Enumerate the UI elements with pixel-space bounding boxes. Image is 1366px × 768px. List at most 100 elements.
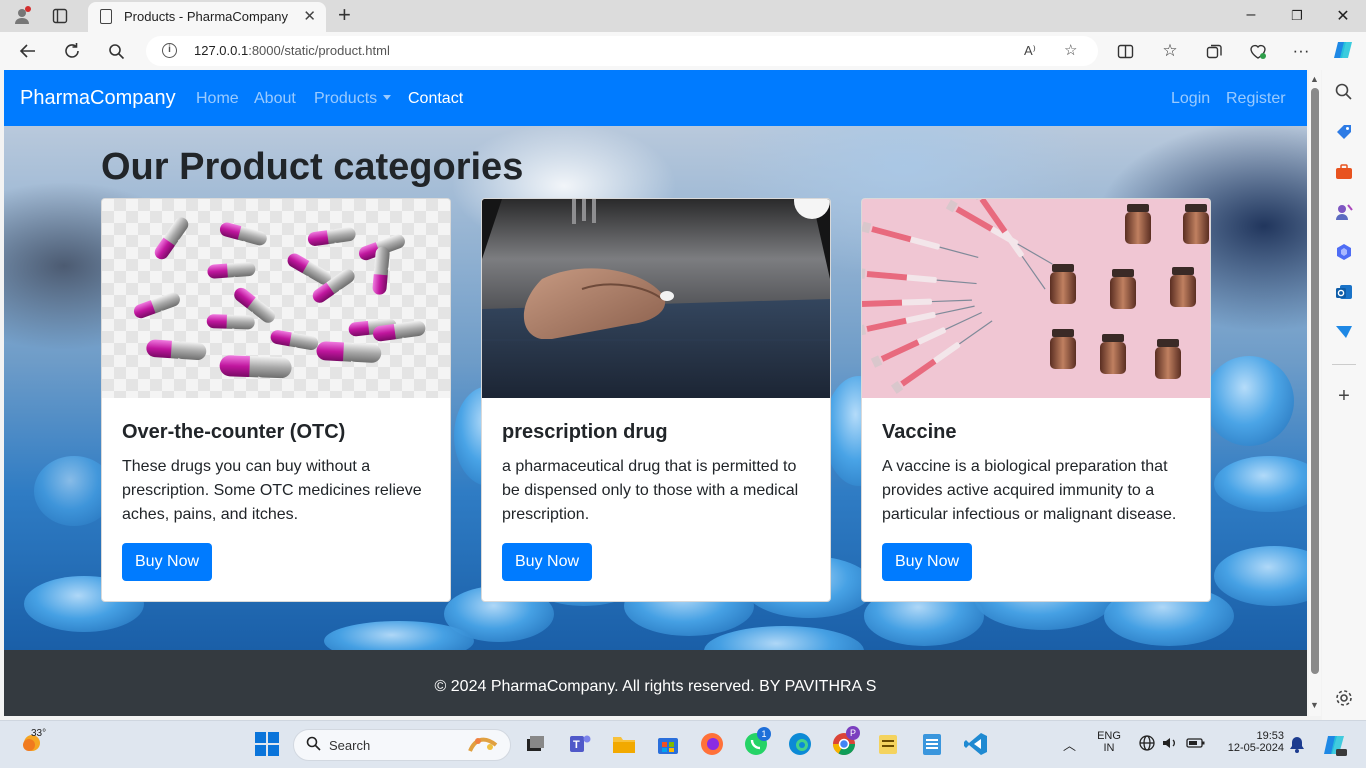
sidebar-divider — [1332, 364, 1356, 365]
profile-icon[interactable] — [10, 4, 34, 28]
site-info-icon[interactable]: i — [162, 43, 177, 58]
scroll-up-arrow-icon[interactable]: ▲ — [1310, 74, 1319, 84]
taskbar-search-label: Search — [329, 738, 371, 753]
add-sidebar-app-icon[interactable]: + — [1334, 386, 1354, 406]
scrollbar-thumb[interactable] — [1311, 88, 1319, 674]
page-favicon-icon — [100, 9, 112, 24]
copilot-sidebar-icon[interactable] — [1334, 242, 1354, 262]
footer-text: © 2024 PharmaCompany. All rights reserve… — [434, 678, 877, 695]
show-hidden-icons-chevron-icon[interactable]: ︿ — [1063, 735, 1076, 754]
task-view-icon[interactable] — [522, 731, 548, 757]
taskbar-search-icon — [306, 736, 321, 755]
copilot-taskbar-icon[interactable] — [1322, 732, 1348, 758]
notes-app-icon[interactable] — [875, 731, 901, 757]
send-icon[interactable] — [1334, 322, 1354, 342]
collections-icon[interactable] — [1203, 40, 1225, 62]
shopping-tag-icon[interactable] — [1334, 122, 1354, 142]
page-title: Our Product categories — [101, 146, 524, 188]
notepad-icon[interactable] — [919, 731, 945, 757]
card-text: A vaccine is a biological preparation th… — [882, 458, 1177, 523]
browser-essentials-icon[interactable] — [1247, 40, 1269, 62]
sidebar-search-icon[interactable] — [1334, 82, 1354, 102]
windows-taskbar: 33° Search T 1 P ︿ ENG IN 19:53 12-05-20… — [0, 720, 1366, 768]
back-icon[interactable] — [17, 40, 39, 62]
site-footer: © 2024 PharmaCompany. All rights reserve… — [4, 650, 1307, 716]
browser-tab-active[interactable]: Products - PharmaCompany ✕ — [88, 2, 326, 32]
minimize-icon[interactable]: – — [1241, 6, 1261, 24]
nav-products[interactable]: Products — [314, 90, 392, 108]
browser-tab-bar: Products - PharmaCompany ✕ + – ❐ ✕ — [0, 0, 1366, 32]
hero-section: Our Product categories Over-the-counter … — [4, 126, 1307, 650]
vscode-icon[interactable] — [963, 731, 989, 757]
nav-home[interactable]: Home — [196, 90, 239, 108]
scroll-down-arrow-icon[interactable]: ▼ — [1310, 700, 1319, 710]
card-text: These drugs you can buy without a prescr… — [122, 458, 422, 523]
language-bottom: IN — [1103, 742, 1115, 754]
microsoft-store-icon[interactable] — [655, 731, 681, 757]
clock[interactable]: 19:53 12-05-2024 — [1214, 730, 1284, 754]
site-navbar: PharmaCompany Home About Products Contac… — [4, 70, 1307, 126]
syringes-vials-image — [862, 199, 1210, 398]
network-globe-icon[interactable] — [1138, 734, 1156, 752]
search-icon[interactable] — [105, 40, 127, 62]
nav-contact[interactable]: Contact — [408, 90, 463, 108]
search-highlight-icon — [466, 733, 502, 762]
teams-icon[interactable]: T — [567, 731, 593, 757]
close-window-icon[interactable]: ✕ — [1333, 6, 1353, 26]
nav-register[interactable]: Register — [1226, 90, 1286, 108]
clock-time: 19:53 — [1256, 730, 1284, 742]
tab-actions-icon[interactable] — [48, 4, 72, 28]
language-indicator[interactable]: ENG IN — [1094, 730, 1124, 754]
card-title: Over-the-counter (OTC) — [122, 421, 346, 443]
card-title: Vaccine — [882, 421, 957, 443]
more-options-icon[interactable]: ··· — [1290, 40, 1312, 62]
buy-now-button[interactable]: Buy Now — [502, 543, 593, 581]
sidebar-settings-icon[interactable] — [1334, 688, 1354, 708]
notification-bell-icon[interactable] — [1289, 735, 1305, 753]
product-card-otc: Over-the-counter (OTC) These drugs you c… — [101, 198, 451, 602]
nav-about[interactable]: About — [254, 90, 296, 108]
clock-date: 12-05-2024 — [1227, 742, 1284, 754]
file-explorer-icon[interactable] — [611, 731, 637, 757]
buy-now-button[interactable]: Buy Now — [122, 543, 213, 581]
nav-products-label: Products — [314, 90, 378, 107]
whatsapp-notification-badge: 1 — [757, 727, 771, 741]
taskbar-search-box[interactable]: Search — [293, 729, 511, 761]
product-card-prescription: prescription drug a pharmaceutical drug … — [481, 198, 831, 602]
url-text[interactable]: 127.0.0.1:8000/static/product.html — [194, 43, 390, 58]
card-text: a pharmaceutical drug that is permitted … — [502, 458, 799, 523]
edge-icon[interactable] — [787, 731, 813, 757]
new-tab-icon[interactable]: + — [338, 4, 351, 26]
volume-icon[interactable] — [1161, 734, 1179, 752]
restore-icon[interactable]: ❐ — [1287, 8, 1307, 24]
product-card-vaccine: Vaccine A vaccine is a biological prepar… — [861, 198, 1211, 602]
nav-login[interactable]: Login — [1171, 90, 1210, 108]
capsules-image — [102, 199, 450, 398]
games-icon[interactable] — [1334, 202, 1354, 222]
browser-toolbar: i 127.0.0.1:8000/static/product.html A⁾ … — [0, 32, 1366, 70]
address-bar[interactable]: i 127.0.0.1:8000/static/product.html A⁾ … — [146, 36, 1098, 66]
svg-text:T: T — [573, 739, 580, 751]
windows-start-icon[interactable] — [254, 731, 280, 757]
close-tab-icon[interactable]: ✕ — [303, 7, 316, 25]
weather-temperature: 33° — [31, 728, 47, 739]
buy-now-button[interactable]: Buy Now — [882, 543, 973, 581]
firefox-icon[interactable] — [699, 731, 725, 757]
read-aloud-icon[interactable]: A⁾ — [1024, 43, 1036, 59]
battery-icon[interactable] — [1186, 734, 1206, 752]
tab-title: Products - PharmaCompany — [124, 9, 289, 24]
site-brand[interactable]: PharmaCompany — [20, 87, 176, 110]
page-scrollbar[interactable]: ▲ ▼ — [1309, 70, 1321, 716]
chevron-down-icon — [383, 95, 392, 100]
card-title: prescription drug — [502, 421, 668, 443]
tools-briefcase-icon[interactable] — [1334, 162, 1354, 182]
chrome-profile-badge: P — [846, 726, 860, 740]
refresh-icon[interactable] — [61, 40, 83, 62]
edge-sidebar: + — [1322, 70, 1366, 720]
outlook-icon[interactable] — [1334, 282, 1354, 302]
copilot-icon[interactable] — [1332, 39, 1354, 61]
favorite-star-icon[interactable]: ☆ — [1064, 41, 1077, 59]
page-viewport: PharmaCompany Home About Products Contac… — [4, 70, 1307, 716]
split-screen-icon[interactable] — [1114, 40, 1136, 62]
favorites-icon[interactable]: ☆ — [1159, 40, 1181, 62]
